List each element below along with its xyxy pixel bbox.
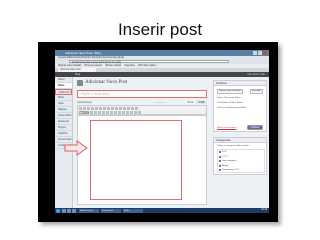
checkbox[interactable] bbox=[219, 160, 221, 163]
taskbar-window[interactable]: Slides bbox=[123, 208, 143, 213]
bookmark-item[interactable]: Primeiros passos bbox=[84, 65, 102, 67]
remove-format-icon[interactable] bbox=[110, 111, 113, 114]
right-column: Publicar Salvar como rascunho Visualizar… bbox=[213, 77, 267, 208]
slide-title: Inserir post bbox=[117, 20, 203, 39]
categories-box: Categorias Todas as categorias Mais usad… bbox=[213, 137, 267, 175]
taskbar-window[interactable]: Documento1 bbox=[101, 208, 121, 213]
special-char-icon[interactable] bbox=[118, 111, 121, 114]
pointer-arrow-icon bbox=[64, 140, 88, 156]
close-button[interactable] bbox=[263, 51, 267, 55]
blockquote-icon[interactable] bbox=[99, 107, 102, 110]
pinned-apps bbox=[62, 208, 76, 213]
categories-list: TCC TCC I Sem categoria Artigos Document… bbox=[217, 149, 265, 173]
align-right-icon[interactable] bbox=[111, 107, 114, 110]
preview-button[interactable]: Visualizar bbox=[249, 89, 263, 94]
media-player-icon[interactable] bbox=[72, 208, 76, 213]
bookmark-item[interactable]: Páginas mais visitadas bbox=[58, 65, 81, 67]
text-color-icon[interactable] bbox=[98, 111, 101, 114]
move-to-trash-link[interactable]: Mover para a lixeira bbox=[217, 127, 236, 129]
category-label: Sem categoria bbox=[222, 160, 237, 163]
fullscreen-icon[interactable] bbox=[131, 107, 134, 110]
add-video-icon[interactable]: ▪ bbox=[158, 101, 159, 104]
checkbox[interactable] bbox=[219, 169, 221, 172]
page-title: Adicionar Novo Post bbox=[85, 80, 128, 85]
visibility-line: Visibilidade: Público Editar bbox=[217, 102, 243, 104]
add-audio-icon[interactable]: ▪ bbox=[161, 101, 162, 104]
help-icon[interactable] bbox=[138, 111, 141, 114]
maximize-button[interactable] bbox=[258, 51, 262, 55]
schedule-line: Publicar imediatamente Editar bbox=[217, 107, 247, 109]
category-label: Artigos bbox=[222, 164, 229, 167]
bookmark-item[interactable]: Sugestões bbox=[124, 65, 135, 67]
upload-insert-label: Upload/Inserir bbox=[77, 101, 92, 104]
windows-taskbar: Mozilla Firefox Documento1 Slides 10:42 bbox=[55, 208, 269, 213]
publish-box: Publicar Salvar como rascunho Visualizar… bbox=[213, 80, 267, 132]
paste-word-icon[interactable] bbox=[106, 111, 109, 114]
spellcheck-icon[interactable] bbox=[127, 107, 130, 110]
tab-visual[interactable]: Visual bbox=[185, 101, 196, 104]
editor-tabs: Visual HTML bbox=[185, 101, 207, 104]
justify-icon[interactable] bbox=[94, 111, 97, 114]
tab-html[interactable]: HTML bbox=[196, 101, 207, 104]
taskbar-clock: 10:42 bbox=[261, 209, 267, 211]
category-label: TCC bbox=[222, 151, 227, 154]
numbered-list-icon[interactable] bbox=[95, 107, 98, 110]
post-editor-area: Adicionar Novo Post Digite o título aqui… bbox=[75, 77, 209, 208]
media-buttons: ▪ ▪ ▪ ▪ bbox=[155, 101, 164, 104]
toolbar-row: Parágrafo bbox=[78, 110, 206, 114]
post-icon bbox=[77, 80, 83, 86]
underline-icon[interactable] bbox=[90, 111, 93, 114]
checkbox[interactable] bbox=[219, 155, 221, 158]
indent-icon[interactable] bbox=[126, 111, 129, 114]
post-content-editor[interactable] bbox=[77, 115, 207, 205]
italic-icon[interactable] bbox=[83, 107, 86, 110]
explorer-icon[interactable] bbox=[62, 208, 66, 213]
redo-icon[interactable] bbox=[134, 111, 137, 114]
more-tag-icon[interactable] bbox=[123, 107, 126, 110]
outdent-icon[interactable] bbox=[122, 111, 125, 114]
undo-icon[interactable] bbox=[130, 111, 133, 114]
strikethrough-icon[interactable] bbox=[87, 107, 90, 110]
format-select[interactable]: Parágrafo bbox=[79, 111, 89, 114]
add-image-icon[interactable]: ▪ bbox=[155, 101, 156, 104]
address-input[interactable]: localhost/wordpress/wp-admin/post-new.ph… bbox=[69, 60, 229, 64]
category-item[interactable]: Documentos TCC bbox=[218, 168, 264, 173]
align-center-icon[interactable] bbox=[107, 107, 110, 110]
window-controls bbox=[253, 51, 267, 55]
add-media-icon[interactable]: ▪ bbox=[164, 101, 165, 104]
categories-tabs[interactable]: Todas as categorias Mais usadas bbox=[217, 145, 249, 147]
save-draft-button[interactable]: Salvar como rascunho bbox=[217, 89, 243, 94]
category-label: TCC I bbox=[222, 155, 228, 158]
kitchen-sink-icon[interactable] bbox=[135, 107, 138, 110]
checkbox[interactable] bbox=[219, 151, 221, 154]
taskbar-window[interactable]: Mozilla Firefox bbox=[79, 208, 99, 213]
categories-box-title: Categorias bbox=[214, 138, 266, 143]
browser-icon[interactable] bbox=[67, 208, 71, 213]
publish-box-title: Publicar bbox=[214, 81, 266, 86]
paste-text-icon[interactable] bbox=[102, 111, 105, 114]
media-icon[interactable] bbox=[114, 111, 117, 114]
screenshot-frame: Adicionar Novo Post ‹ Blog Arquivo Edita… bbox=[38, 42, 278, 222]
publish-button[interactable]: Publicar bbox=[247, 125, 263, 130]
bold-icon[interactable] bbox=[79, 107, 82, 110]
editor-toolbar: Parágrafo bbox=[77, 105, 207, 115]
bookmark-item[interactable]: Web Slice Gallery bbox=[138, 65, 156, 67]
content-highlight-box[interactable] bbox=[90, 120, 182, 200]
unlink-icon[interactable] bbox=[119, 107, 122, 110]
bookmark-item[interactable]: Últimas notícias bbox=[105, 65, 121, 67]
link-icon[interactable] bbox=[115, 107, 118, 110]
minimize-button[interactable] bbox=[253, 51, 257, 55]
bullet-list-icon[interactable] bbox=[91, 107, 94, 110]
post-title-input[interactable]: Digite o título aqui bbox=[77, 90, 207, 98]
browser-window: Adicionar Novo Post ‹ Blog Arquivo Edita… bbox=[55, 50, 269, 213]
checkbox[interactable] bbox=[219, 164, 221, 167]
start-button[interactable] bbox=[56, 208, 60, 213]
category-label: Documentos TCC bbox=[222, 169, 240, 172]
status-line: Status: Rascunho Editar bbox=[217, 97, 241, 99]
align-left-icon[interactable] bbox=[103, 107, 106, 110]
